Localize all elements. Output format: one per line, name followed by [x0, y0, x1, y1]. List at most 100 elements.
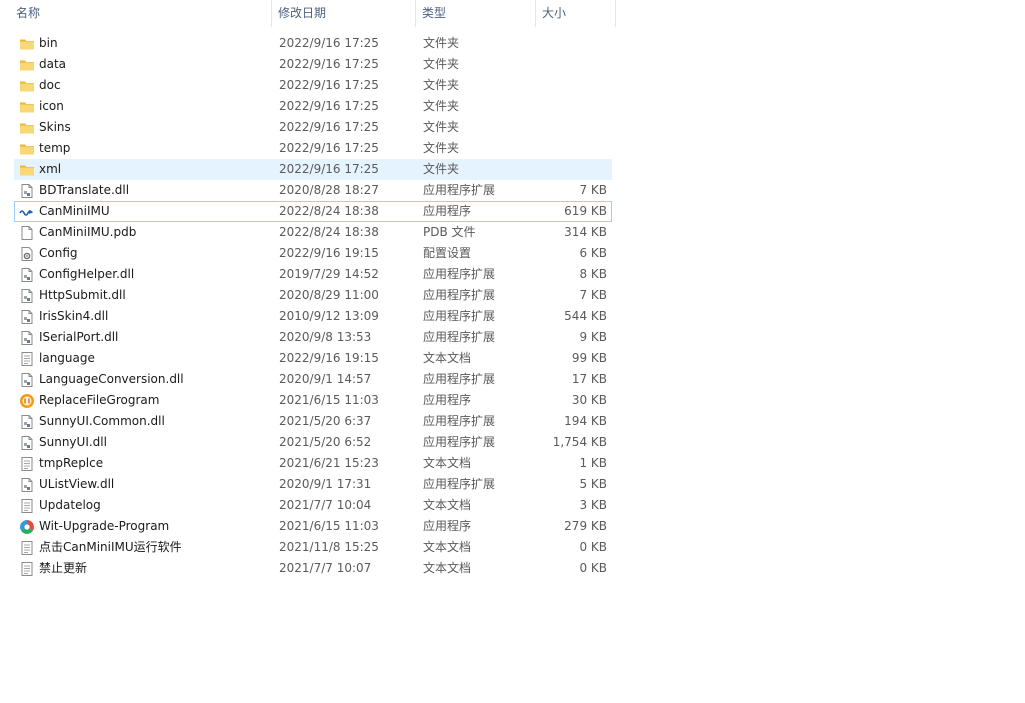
table-row[interactable]: icon 2022/9/16 17:25 文件夹: [14, 96, 612, 117]
table-row[interactable]: Wit-Upgrade-Program 2021/6/15 11:03 应用程序 27…: [14, 516, 612, 537]
file-size: 6 KB: [579, 246, 607, 260]
file-name: LanguageConversion.dll: [39, 372, 184, 386]
file-type: 文本文档: [423, 540, 472, 554]
table-row[interactable]: SunnyUI.dll 2021/5/20 6:52 应用程序扩展 1,754 KB: [14, 432, 612, 453]
folder-icon: [19, 36, 35, 52]
file-name: CanMiniIMU.pdb: [39, 225, 137, 239]
file-type: 文本文档: [423, 456, 472, 470]
file-type: 应用程序: [423, 204, 472, 218]
column-header-date-label: 修改日期: [278, 6, 327, 20]
table-row[interactable]: data 2022/9/16 17:25 文件夹: [14, 54, 612, 75]
file-modified-date: 2022/8/24 18:38: [279, 225, 379, 239]
file-name: BDTranslate.dll: [39, 183, 130, 197]
file-type: 文件夹: [423, 57, 460, 71]
dll-icon: [19, 372, 35, 388]
file-size: 30 KB: [571, 393, 607, 407]
file-type: 应用程序: [423, 519, 472, 533]
table-row[interactable]: BDTranslate.dll 2020/8/28 18:27 应用程序扩展 7 KB: [14, 180, 612, 201]
file-name: temp: [39, 141, 71, 155]
sort-ascending-icon: ⌃: [146, 0, 154, 5]
file-size: 5 KB: [579, 477, 607, 491]
file-modified-date: 2022/9/16 17:25: [279, 141, 379, 155]
text-file-icon: [19, 561, 35, 577]
table-row[interactable]: 禁止更新 2021/7/7 10:07 文本文档 0 KB: [14, 558, 612, 579]
dll-icon: [19, 435, 35, 451]
file-name: ISerialPort.dll: [39, 330, 119, 344]
file-type: 应用程序扩展: [423, 372, 496, 386]
table-row[interactable]: IrisSkin4.dll 2010/9/12 13:09 应用程序扩展 544 KB: [14, 306, 612, 327]
text-file-icon: [19, 498, 35, 514]
blank-file-icon: [19, 225, 35, 241]
text-file-icon: [19, 456, 35, 472]
file-size: 544 KB: [564, 309, 607, 323]
table-row[interactable]: CanMiniIMU.pdb 2022/8/24 18:38 PDB 文件 314 K…: [14, 222, 612, 243]
file-name: ConfigHelper.dll: [39, 267, 135, 281]
file-modified-date: 2021/7/7 10:04: [279, 498, 372, 512]
file-name: SunnyUI.Common.dll: [39, 414, 165, 428]
file-size: 8 KB: [579, 267, 607, 281]
table-row[interactable]: UListView.dll 2020/9/1 17:31 应用程序扩展 5 KB: [14, 474, 612, 495]
table-row[interactable]: LanguageConversion.dll 2020/9/1 14:57 应用程序…: [14, 369, 612, 390]
file-type: PDB 文件: [423, 225, 476, 239]
table-row[interactable]: ISerialPort.dll 2020/9/8 13:53 应用程序扩展 9 KB: [14, 327, 612, 348]
folder-icon: [19, 57, 35, 73]
file-name: CanMiniIMU: [39, 204, 110, 218]
file-size: 99 KB: [571, 351, 607, 365]
table-row[interactable]: xml 2022/9/16 17:25 文件夹: [14, 159, 612, 180]
file-name: icon: [39, 99, 64, 113]
file-name: tmpReplce: [39, 456, 104, 470]
file-name: IrisSkin4.dll: [39, 309, 109, 323]
table-row[interactable]: CanMiniIMU 2022/8/24 18:38 应用程序 619 KB: [14, 201, 612, 222]
file-size: 17 KB: [571, 372, 607, 386]
file-name: UListView.dll: [39, 477, 115, 491]
column-header-name[interactable]: 名称 ⌃: [10, 0, 272, 27]
table-row[interactable]: Config 2022/9/16 19:15 配置设置 6 KB: [14, 243, 612, 264]
file-name: 点击CanMiniIMU运行软件: [39, 540, 182, 554]
dll-icon: [19, 309, 35, 325]
file-modified-date: 2020/9/1 14:57: [279, 372, 372, 386]
file-explorer-view: 名称 ⌃ 修改日期 类型 大小 bin 2022/9/16 17:25 文件夹 dat…: [0, 0, 1025, 703]
app-color-icon: [19, 519, 35, 535]
file-list: bin 2022/9/16 17:25 文件夹 data 2022/9/16 17:25…: [14, 33, 612, 579]
file-size: 0 KB: [579, 561, 607, 575]
table-row[interactable]: doc 2022/9/16 17:25 文件夹: [14, 75, 612, 96]
file-type: 应用程序扩展: [423, 183, 496, 197]
table-row[interactable]: ReplaceFileGrogram 2021/6/15 11:03 应用程序 30 …: [14, 390, 612, 411]
table-row[interactable]: Skins 2022/9/16 17:25 文件夹: [14, 117, 612, 138]
column-header-bar: 名称 ⌃ 修改日期 类型 大小: [0, 0, 616, 27]
file-type: 文件夹: [423, 120, 460, 134]
file-size: 314 KB: [564, 225, 607, 239]
file-name: Config: [39, 246, 78, 260]
file-modified-date: 2010/9/12 13:09: [279, 309, 379, 323]
table-row[interactable]: bin 2022/9/16 17:25 文件夹: [14, 33, 612, 54]
table-row[interactable]: language 2022/9/16 19:15 文本文档 99 KB: [14, 348, 612, 369]
table-row[interactable]: Updatelog 2021/7/7 10:04 文本文档 3 KB: [14, 495, 612, 516]
file-type: 应用程序: [423, 393, 472, 407]
file-size: 194 KB: [564, 414, 607, 428]
dll-icon: [19, 330, 35, 346]
file-modified-date: 2021/6/21 15:23: [279, 456, 379, 470]
table-row[interactable]: 点击CanMiniIMU运行软件 2021/11/8 15:25 文本文档 0 KB: [14, 537, 612, 558]
dll-icon: [19, 183, 35, 199]
dll-icon: [19, 288, 35, 304]
table-row[interactable]: ConfigHelper.dll 2019/7/29 14:52 应用程序扩展 8 K…: [14, 264, 612, 285]
file-name: ReplaceFileGrogram: [39, 393, 160, 407]
column-header-type[interactable]: 类型: [416, 0, 536, 27]
table-row[interactable]: tmpReplce 2021/6/21 15:23 文本文档 1 KB: [14, 453, 612, 474]
file-name: bin: [39, 36, 58, 50]
column-header-size[interactable]: 大小: [536, 0, 616, 27]
file-size: 9 KB: [579, 330, 607, 344]
text-file-icon: [19, 540, 35, 556]
file-modified-date: 2022/9/16 17:25: [279, 78, 379, 92]
file-modified-date: 2022/8/24 18:38: [279, 204, 379, 218]
file-size: 619 KB: [564, 204, 607, 218]
file-name: language: [39, 351, 95, 365]
column-header-name-label: 名称: [16, 6, 41, 20]
column-header-date[interactable]: 修改日期: [272, 0, 416, 27]
file-name: xml: [39, 162, 62, 176]
table-row[interactable]: HttpSubmit.dll 2020/8/29 11:00 应用程序扩展 7 KB: [14, 285, 612, 306]
file-type: 应用程序扩展: [423, 477, 496, 491]
table-row[interactable]: SunnyUI.Common.dll 2021/5/20 6:37 应用程序扩展 19…: [14, 411, 612, 432]
file-name: HttpSubmit.dll: [39, 288, 126, 302]
table-row[interactable]: temp 2022/9/16 17:25 文件夹: [14, 138, 612, 159]
